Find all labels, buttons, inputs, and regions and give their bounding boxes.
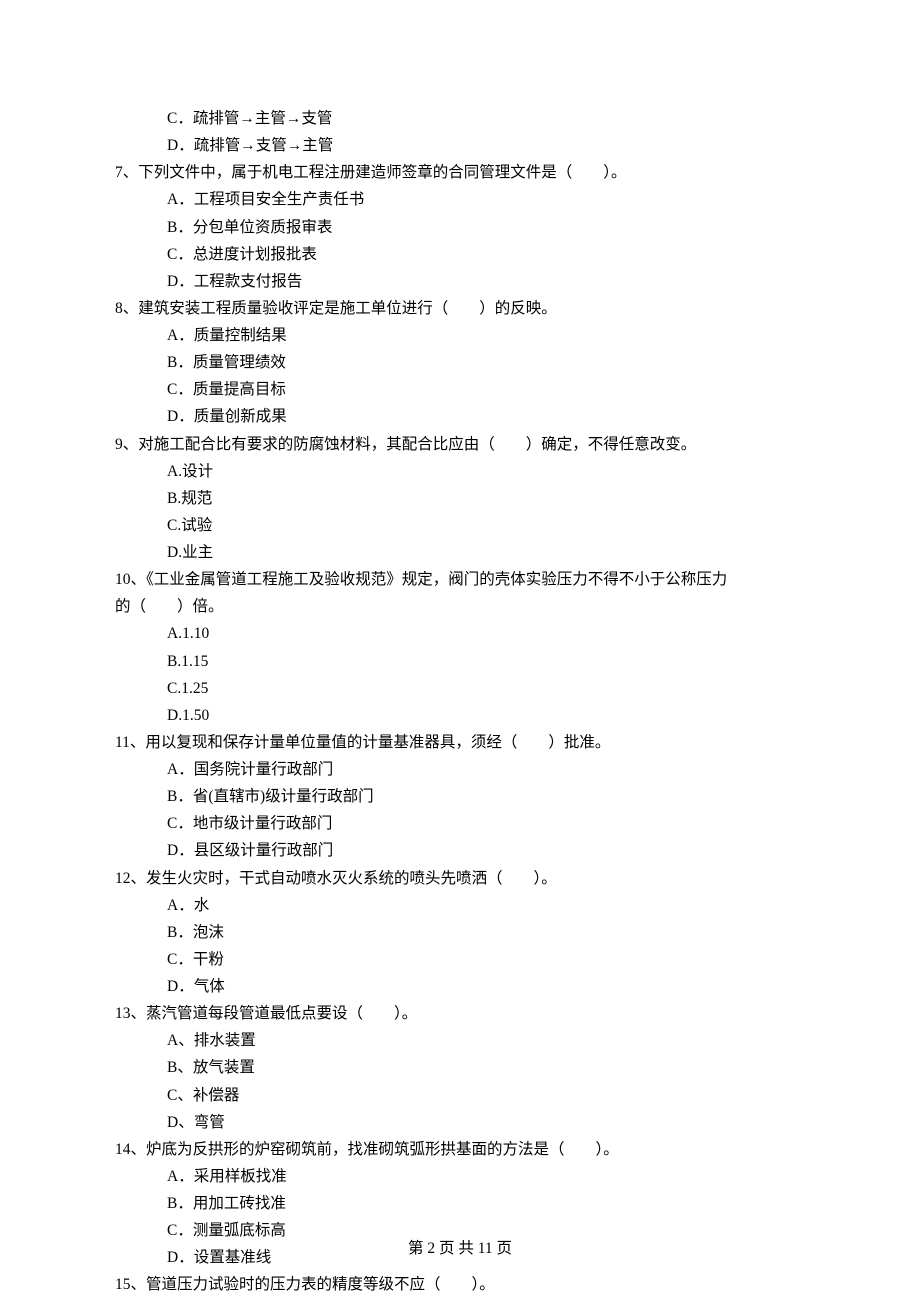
page-footer: 第 2 页 共 11 页 [115, 1235, 805, 1262]
q14-option-b: B．用加工砖找准 [167, 1190, 805, 1217]
q11-stem: 11、用以复现和保存计量单位量值的计量基准器具，须经（ ）批准。 [115, 729, 805, 756]
page-container: C．疏排管→主管→支管 D．疏排管→支管→主管 7、下列文件中，属于机电工程注册… [0, 0, 920, 1302]
q8-option-c: C．质量提高目标 [167, 376, 805, 403]
q7-option-d: D．工程款支付报告 [167, 268, 805, 295]
q14-option-a: A．采用样板找准 [167, 1163, 805, 1190]
q11-option-d: D．县区级计量行政部门 [167, 837, 805, 864]
q10-option-a: A.1.10 [167, 620, 805, 647]
q15-stem: 15、管道压力试验时的压力表的精度等级不应（ ）。 [115, 1271, 805, 1298]
document-body: C．疏排管→主管→支管 D．疏排管→支管→主管 7、下列文件中，属于机电工程注册… [115, 105, 805, 1299]
q13-stem: 13、蒸汽管道每段管道最低点要设（ ）。 [115, 1000, 805, 1027]
q12-option-d: D．气体 [167, 973, 805, 1000]
q8-option-a: A．质量控制结果 [167, 322, 805, 349]
q13-options: A、排水装置 B、放气装置 C、补偿器 D、弯管 [167, 1027, 805, 1136]
q11-option-c: C．地市级计量行政部门 [167, 810, 805, 837]
q8-option-d: D．质量创新成果 [167, 403, 805, 430]
q11-options: A．国务院计量行政部门 B．省(直辖市)级计量行政部门 C．地市级计量行政部门 … [167, 756, 805, 865]
q9-option-a: A.设计 [167, 458, 805, 485]
q11-option-b: B．省(直辖市)级计量行政部门 [167, 783, 805, 810]
q7-stem: 7、下列文件中，属于机电工程注册建造师签章的合同管理文件是（ ）。 [115, 159, 805, 186]
q6-options: C．疏排管→主管→支管 D．疏排管→支管→主管 [167, 105, 805, 159]
q8-stem: 8、建筑安装工程质量验收评定是施工单位进行（ ）的反映。 [115, 295, 805, 322]
q10-stem-line1: 10、《工业金属管道工程施工及验收规范》规定，阀门的壳体实验压力不得不小于公称压… [115, 566, 805, 593]
q10-options: A.1.10 B.1.15 C.1.25 D.1.50 [167, 620, 805, 729]
q6-option-c: C．疏排管→主管→支管 [167, 105, 805, 132]
q7-option-a: A．工程项目安全生产责任书 [167, 186, 805, 213]
q13-option-c: C、补偿器 [167, 1082, 805, 1109]
q10-option-b: B.1.15 [167, 648, 805, 675]
q9-options: A.设计 B.规范 C.试验 D.业主 [167, 458, 805, 567]
q7-options: A．工程项目安全生产责任书 B．分包单位资质报审表 C．总进度计划报批表 D．工… [167, 186, 805, 295]
q13-option-b: B、放气装置 [167, 1054, 805, 1081]
q9-stem: 9、对施工配合比有要求的防腐蚀材料，其配合比应由（ ）确定，不得任意改变。 [115, 431, 805, 458]
q9-option-c: C.试验 [167, 512, 805, 539]
q9-option-d: D.业主 [167, 539, 805, 566]
q13-option-d: D、弯管 [167, 1109, 805, 1136]
q12-option-a: A．水 [167, 892, 805, 919]
q12-option-c: C．干粉 [167, 946, 805, 973]
q12-options: A．水 B．泡沫 C．干粉 D．气体 [167, 892, 805, 1001]
q6-option-d: D．疏排管→支管→主管 [167, 132, 805, 159]
q13-option-a: A、排水装置 [167, 1027, 805, 1054]
q12-stem: 12、发生火灾时，干式自动喷水灭火系统的喷头先喷洒（ ）。 [115, 865, 805, 892]
q7-option-c: C．总进度计划报批表 [167, 241, 805, 268]
q10-stem-line2: 的（ ）倍。 [115, 593, 805, 620]
q9-option-b: B.规范 [167, 485, 805, 512]
q10-option-d: D.1.50 [167, 702, 805, 729]
q7-option-b: B．分包单位资质报审表 [167, 214, 805, 241]
q8-option-b: B．质量管理绩效 [167, 349, 805, 376]
q8-options: A．质量控制结果 B．质量管理绩效 C．质量提高目标 D．质量创新成果 [167, 322, 805, 431]
q11-option-a: A．国务院计量行政部门 [167, 756, 805, 783]
q12-option-b: B．泡沫 [167, 919, 805, 946]
q14-stem: 14、炉底为反拱形的炉窑砌筑前，找准砌筑弧形拱基面的方法是（ ）。 [115, 1136, 805, 1163]
q10-option-c: C.1.25 [167, 675, 805, 702]
